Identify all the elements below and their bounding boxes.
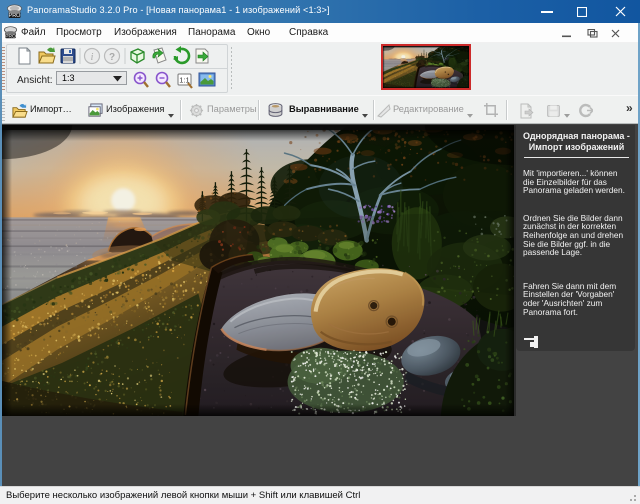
svg-text:i: i bbox=[91, 52, 94, 63]
svg-text:?: ? bbox=[109, 52, 115, 63]
